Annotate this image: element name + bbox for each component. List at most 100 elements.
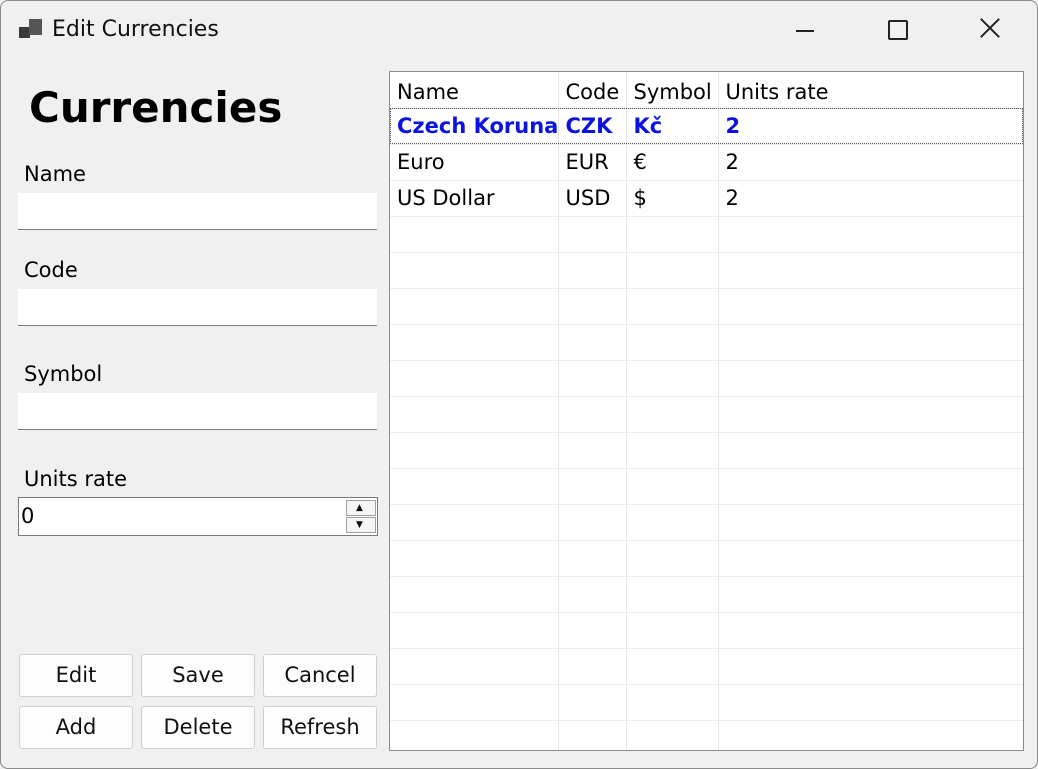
close-button[interactable] xyxy=(943,1,1035,61)
cell-symbol[interactable]: € xyxy=(626,144,719,181)
cell-code[interactable]: EUR xyxy=(558,144,627,181)
empty-cell xyxy=(626,324,719,361)
maximize-icon xyxy=(888,20,908,40)
empty-cell xyxy=(558,720,627,750)
empty-grid-row xyxy=(390,576,1023,613)
minimize-icon xyxy=(796,30,814,32)
cell-name[interactable]: Czech Koruna xyxy=(390,108,559,145)
empty-cell xyxy=(558,288,627,325)
empty-cell xyxy=(390,540,559,577)
arrow-up-icon: ▲ xyxy=(356,503,363,513)
minimize-button[interactable] xyxy=(758,1,850,61)
empty-cell xyxy=(626,216,719,253)
empty-cell xyxy=(390,216,559,253)
units-rate-value[interactable]: 0 xyxy=(21,504,34,528)
empty-cell xyxy=(626,684,719,721)
empty-cell xyxy=(718,216,1023,253)
empty-cell xyxy=(390,648,559,685)
cell-units-rate[interactable]: 2 xyxy=(718,144,1023,181)
empty-cell xyxy=(558,396,627,433)
cell-units-rate[interactable]: 2 xyxy=(718,108,1023,145)
empty-cell xyxy=(390,720,559,750)
symbol-label: Symbol xyxy=(24,362,103,386)
cell-code[interactable]: USD xyxy=(558,180,627,217)
empty-cell xyxy=(718,540,1023,577)
table-row-selected[interactable]: Czech Koruna CZK Kč 2 xyxy=(390,108,1023,145)
empty-cell xyxy=(718,288,1023,325)
empty-cell xyxy=(390,612,559,649)
empty-cell xyxy=(390,288,559,325)
column-header-name[interactable]: Name xyxy=(390,72,559,109)
empty-cell xyxy=(558,540,627,577)
empty-cell xyxy=(626,396,719,433)
empty-cell xyxy=(626,504,719,541)
empty-cell xyxy=(626,612,719,649)
empty-cell xyxy=(718,504,1023,541)
empty-cell xyxy=(626,720,719,750)
empty-cell xyxy=(558,360,627,397)
empty-cell xyxy=(390,432,559,469)
page-title: Currencies xyxy=(29,83,283,132)
empty-cell xyxy=(626,288,719,325)
cell-name[interactable]: Euro xyxy=(390,144,559,181)
arrow-down-icon: ▼ xyxy=(356,520,363,530)
title-bar[interactable]: Edit Currencies xyxy=(1,1,1037,61)
cancel-button[interactable]: Cancel xyxy=(263,654,377,697)
empty-cell xyxy=(718,432,1023,469)
empty-grid-row xyxy=(390,720,1023,750)
empty-cell xyxy=(558,504,627,541)
column-header-symbol[interactable]: Symbol xyxy=(626,72,719,109)
empty-grid-row xyxy=(390,324,1023,361)
empty-grid-row xyxy=(390,468,1023,505)
empty-cell xyxy=(390,684,559,721)
empty-cell xyxy=(558,468,627,505)
empty-grid-row xyxy=(390,648,1023,685)
grid-header-row: Name Code Symbol Units rate xyxy=(390,72,1023,109)
empty-cell xyxy=(390,252,559,289)
maximize-button[interactable] xyxy=(850,1,942,61)
cell-symbol[interactable]: Kč xyxy=(626,108,719,145)
empty-cell xyxy=(626,252,719,289)
empty-cell xyxy=(390,396,559,433)
empty-grid-row xyxy=(390,288,1023,325)
currencies-grid[interactable]: Name Code Symbol Units rate Czech Koruna… xyxy=(389,71,1024,751)
empty-cell xyxy=(390,468,559,505)
empty-cell xyxy=(718,576,1023,613)
table-row[interactable]: US Dollar USD $ 2 xyxy=(390,180,1023,217)
cell-code[interactable]: CZK xyxy=(558,108,627,145)
add-button[interactable]: Add xyxy=(19,706,133,749)
refresh-button[interactable]: Refresh xyxy=(263,706,377,749)
cell-units-rate[interactable]: 2 xyxy=(718,180,1023,217)
column-header-code[interactable]: Code xyxy=(558,72,627,109)
empty-cell xyxy=(558,324,627,361)
code-label: Code xyxy=(24,258,78,282)
empty-grid-row xyxy=(390,504,1023,541)
delete-button[interactable]: Delete xyxy=(141,706,255,749)
name-input[interactable] xyxy=(18,193,377,230)
empty-grid-row xyxy=(390,252,1023,289)
empty-cell xyxy=(626,432,719,469)
units-rate-stepper[interactable]: 0 ▲ ▼ xyxy=(18,497,378,536)
empty-cell xyxy=(718,396,1023,433)
empty-cell xyxy=(558,216,627,253)
empty-cell xyxy=(558,252,627,289)
symbol-input[interactable] xyxy=(18,393,377,430)
increment-button[interactable]: ▲ xyxy=(346,500,376,516)
empty-cell xyxy=(558,432,627,469)
cell-symbol[interactable]: $ xyxy=(626,180,719,217)
window-title: Edit Currencies xyxy=(52,17,219,42)
empty-grid-row xyxy=(390,540,1023,577)
units-rate-label: Units rate xyxy=(24,467,128,491)
edit-button[interactable]: Edit xyxy=(19,654,133,697)
decrement-button[interactable]: ▼ xyxy=(346,517,376,533)
name-label: Name xyxy=(24,162,86,186)
save-button[interactable]: Save xyxy=(141,654,255,697)
empty-cell xyxy=(390,504,559,541)
app-icon xyxy=(19,19,45,43)
empty-cell xyxy=(558,648,627,685)
column-header-units-rate[interactable]: Units rate xyxy=(718,72,1023,109)
table-row[interactable]: Euro EUR € 2 xyxy=(390,144,1023,181)
cell-name[interactable]: US Dollar xyxy=(390,180,559,217)
empty-cell xyxy=(390,576,559,613)
code-input[interactable] xyxy=(18,289,377,326)
